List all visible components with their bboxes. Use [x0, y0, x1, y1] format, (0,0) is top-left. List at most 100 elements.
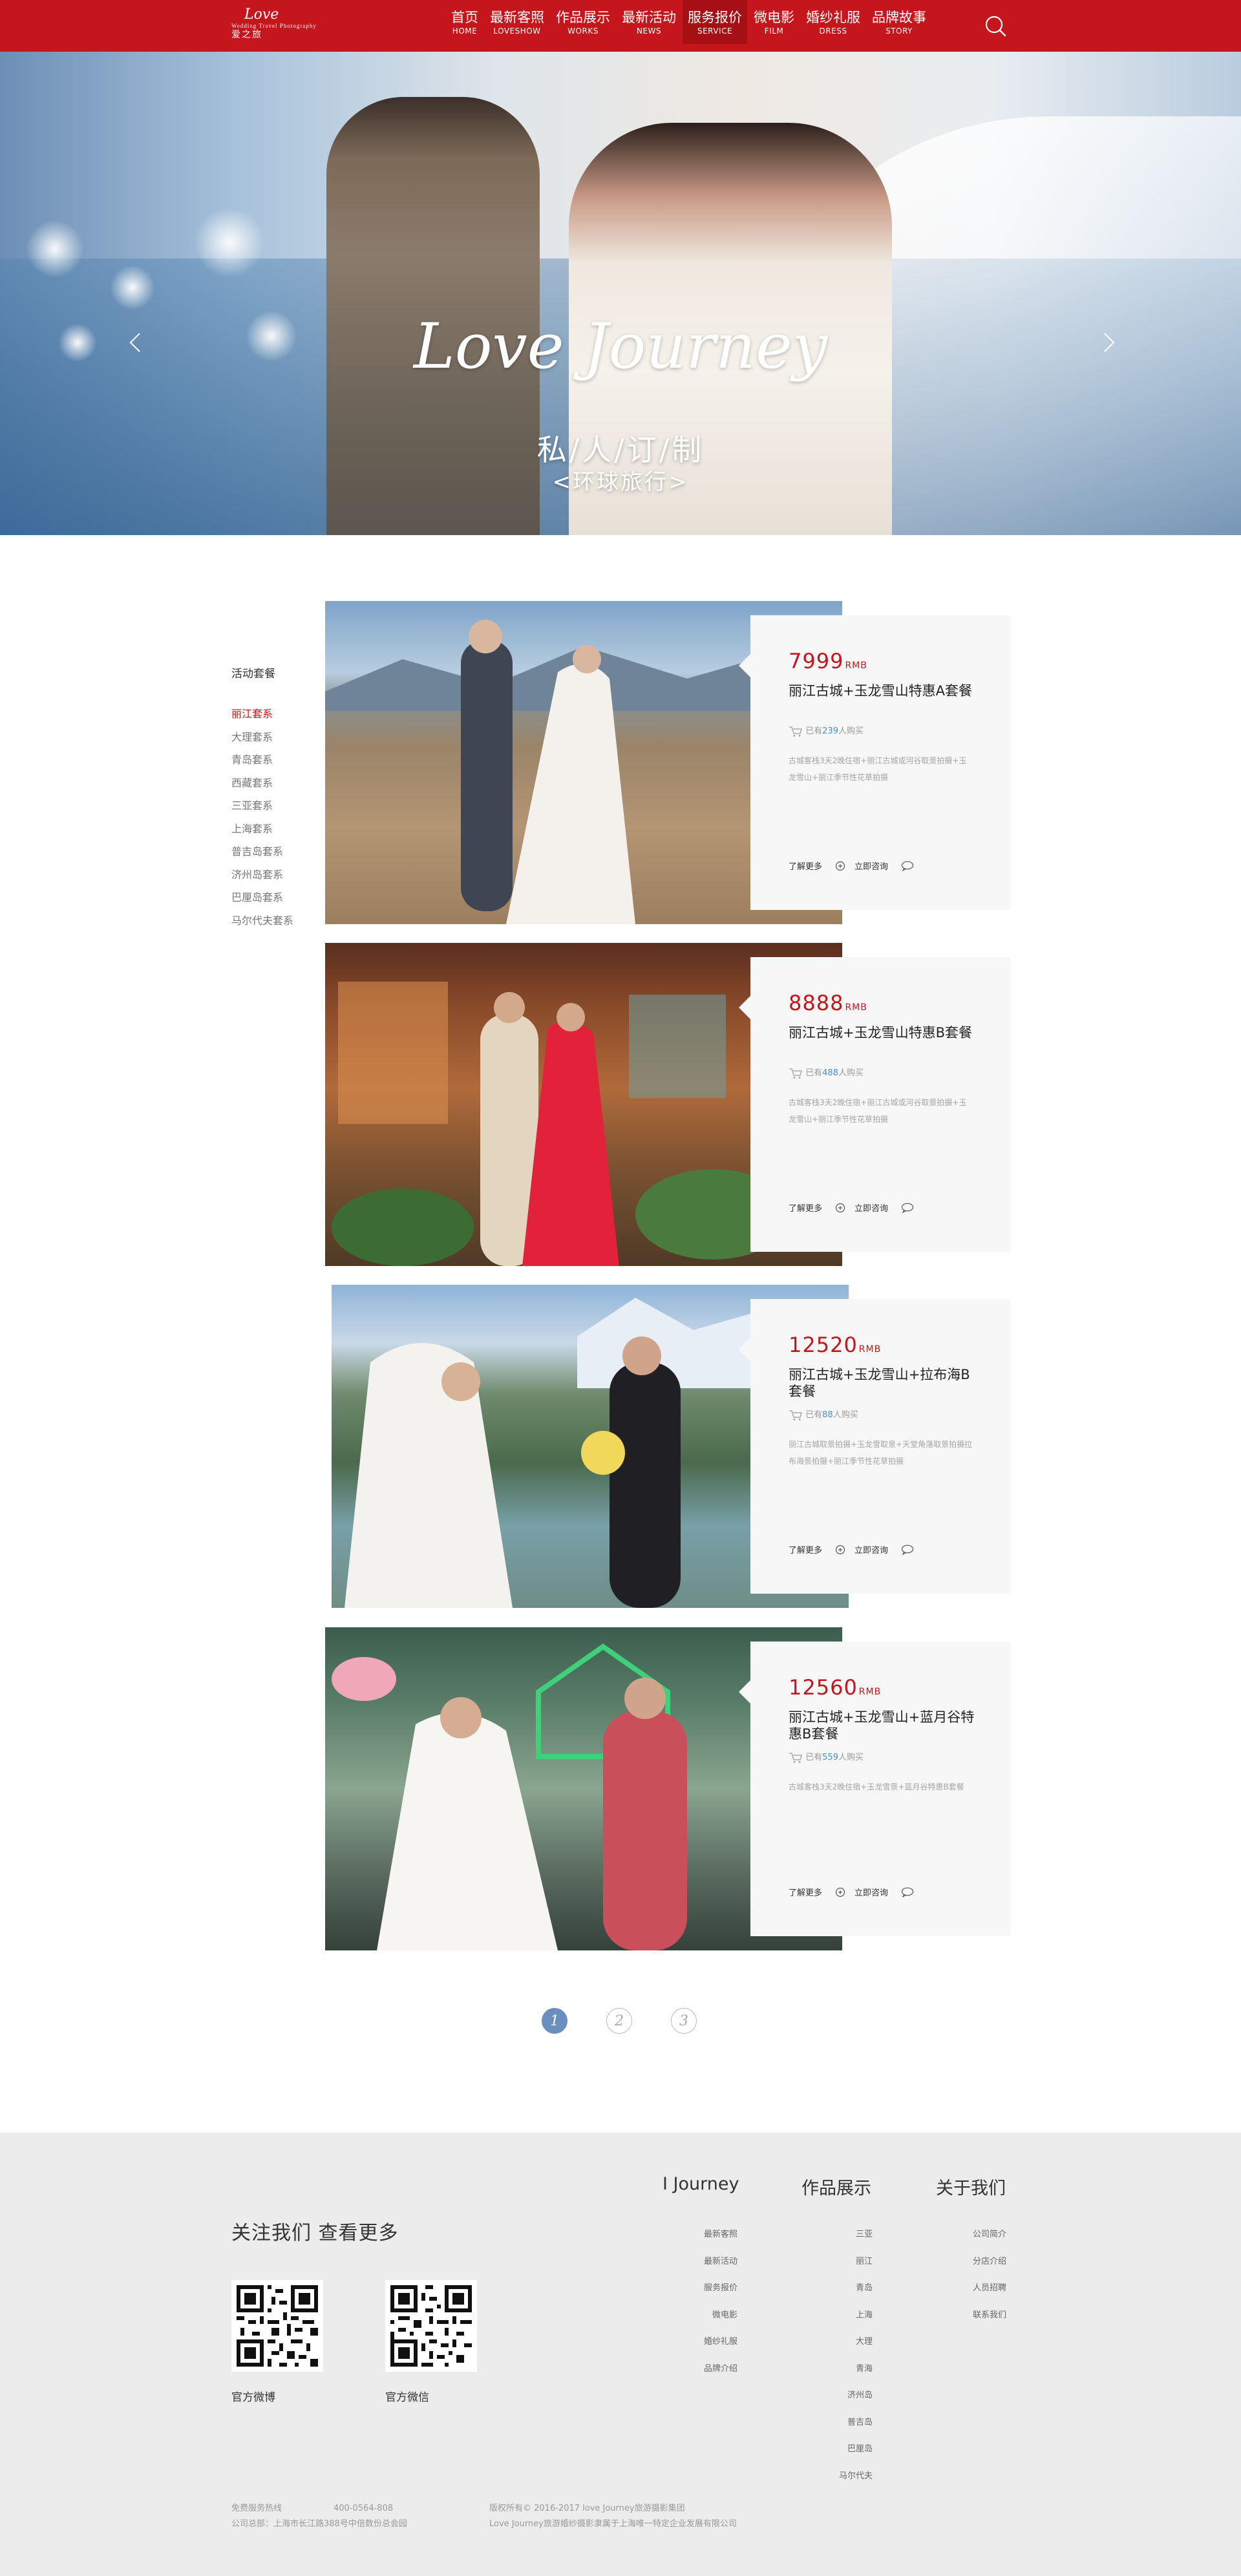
- sidebar-item-lijiang[interactable]: 丽江套系: [231, 705, 335, 728]
- nav-label: 最新活动: [622, 10, 676, 25]
- package-actions: 了解更多 立即咨询: [789, 1201, 923, 1214]
- footer-column-title: 关于我们: [936, 2179, 1006, 2199]
- logo-cn-name: 爱之旅: [231, 30, 262, 40]
- nav-label: 最新客照: [490, 10, 544, 25]
- nav-sublabel: WORKS: [567, 26, 599, 36]
- company-line: Love Journey旅游婚纱摄影隶属于上海唯一特定企业发展有限公司: [489, 2519, 737, 2529]
- package-info-panel: 7999 RMB 丽江古城+玉龙雪山特惠A套餐 已有239人购买 古城客栈3天2晚…: [739, 615, 1010, 910]
- package-actions: 了解更多 立即咨询: [789, 1886, 923, 1898]
- sparkle: [58, 323, 97, 362]
- nav-loveshow[interactable]: 最新客照 LOVESHOW: [485, 0, 549, 44]
- footer-link[interactable]: 品牌介绍: [701, 2361, 737, 2389]
- footer-link[interactable]: 婚纱礼服: [701, 2334, 737, 2361]
- search-button[interactable]: [982, 13, 1008, 39]
- sidebar-item-tibet[interactable]: 西藏套系: [231, 774, 335, 797]
- footer-link[interactable]: 微电影: [701, 2308, 737, 2335]
- page-button-1[interactable]: 1: [542, 2008, 567, 2034]
- footer-link[interactable]: 青海: [834, 2361, 873, 2389]
- notch-arrow: [739, 1680, 750, 1704]
- hero-title: 私/人/订/制: [536, 432, 705, 467]
- nav-service[interactable]: 服务报价 SERVICE: [683, 0, 747, 44]
- chevron-right-icon: [1104, 333, 1115, 352]
- footer-link[interactable]: 三亚: [834, 2227, 873, 2254]
- footer-link[interactable]: 联系我们: [970, 2308, 1010, 2335]
- consult-button[interactable]: 立即咨询: [854, 1201, 914, 1214]
- nav-sublabel: STORY: [886, 26, 913, 36]
- package-info-panel: 8888 RMB 丽江古城+玉龙雪山特惠B套餐 已有488人购买 古城客栈3天2晚…: [739, 957, 1010, 1252]
- nav-news[interactable]: 最新活动 NEWS: [617, 0, 681, 44]
- footer-link[interactable]: 马尔代夫: [834, 2469, 873, 2496]
- footer-links-works: 三亚 丽江 青岛 上海 大理 青海 济州岛 普吉岛 巴厘岛 马尔代夫: [834, 2227, 873, 2495]
- footer-link[interactable]: 青岛: [834, 2281, 873, 2308]
- footer-link[interactable]: 巴厘岛: [834, 2442, 873, 2469]
- package-buyers: 已有88人购买: [789, 1408, 858, 1421]
- package-card: 8888 RMB 丽江古城+玉龙雪山特惠B套餐 已有488人购买 古城客栈3天2晚…: [325, 943, 1010, 1266]
- package-buyers: 已有239人购买: [789, 724, 864, 737]
- nav-story[interactable]: 品牌故事 STORY: [867, 0, 931, 44]
- hero-prev-button[interactable]: [123, 330, 149, 355]
- footer-link[interactable]: 上海: [834, 2308, 873, 2335]
- nav-film[interactable]: 微电影 FILM: [748, 0, 800, 44]
- sparkle: [194, 207, 265, 278]
- learn-more-button[interactable]: 了解更多: [789, 860, 845, 872]
- footer-link[interactable]: 最新客照: [701, 2227, 737, 2254]
- consult-button[interactable]: 立即咨询: [854, 1886, 914, 1898]
- package-price: 12520 RMB: [789, 1333, 882, 1357]
- pagination: 1 2 3: [542, 2008, 736, 2034]
- footer-link[interactable]: 最新活动: [701, 2254, 737, 2281]
- learn-more-button[interactable]: 了解更多: [789, 1201, 845, 1214]
- hotline-label: 免费服务热线: [231, 2504, 282, 2513]
- package-description: 古城客栈3天2晚住宿+玉龙雪景+蓝月谷特惠B套餐: [789, 1782, 964, 1791]
- sidebar-item-dali[interactable]: 大理套系: [231, 728, 335, 752]
- nav-label: 品牌故事: [872, 10, 926, 25]
- sidebar-item-shanghai[interactable]: 上海套系: [231, 820, 335, 843]
- nav-dress[interactable]: 婚纱礼服 DRESS: [801, 0, 865, 44]
- hero-next-button[interactable]: [1096, 330, 1121, 355]
- brand-logo[interactable]: Love Wedding Travel Photography 爱之旅: [231, 8, 341, 45]
- logo-script: Love: [244, 6, 279, 23]
- footer-link[interactable]: 人员招聘: [970, 2281, 1010, 2308]
- nav-sublabel: SERVICE: [697, 26, 733, 36]
- footer-link[interactable]: 丽江: [834, 2254, 873, 2281]
- chat-bubble-icon: [901, 1545, 914, 1555]
- sidebar-item-phuket[interactable]: 普吉岛套系: [231, 843, 335, 866]
- hero-banner: Love Journey 私/人/订/制 <环球旅行>: [0, 52, 1241, 535]
- sidebar-item-bali[interactable]: 巴厘岛套系: [231, 889, 335, 912]
- nav-sublabel: LOVESHOW: [493, 26, 541, 36]
- package-name: 丽江古城+玉龙雪山+拉布海B套餐: [789, 1367, 970, 1399]
- footer-link[interactable]: 公司简介: [970, 2227, 1010, 2254]
- search-icon: [985, 16, 1006, 37]
- cart-icon: [789, 1409, 802, 1420]
- sidebar-item-qingdao[interactable]: 青岛套系: [231, 751, 335, 774]
- footer-link[interactable]: 分店介绍: [970, 2254, 1010, 2281]
- package-description: 古城客栈3天2晚住宿+丽江古城或河谷取景拍摄+玉龙雪山+丽江季节性花草拍摄: [789, 1098, 967, 1124]
- sidebar-item-sanya[interactable]: 三亚套系: [231, 797, 335, 820]
- nav-works[interactable]: 作品展示 WORKS: [551, 0, 615, 44]
- sparkle: [110, 265, 155, 310]
- learn-more-button[interactable]: 了解更多: [789, 1543, 845, 1556]
- notch-arrow: [739, 1338, 750, 1361]
- sparkle: [26, 220, 84, 278]
- cart-icon: [789, 1752, 802, 1763]
- hotline-number: 400-0564-808: [334, 2504, 394, 2513]
- package-name: 丽江古城+玉龙雪山+蓝月谷特惠B套餐: [789, 1709, 975, 1742]
- consult-button[interactable]: 立即咨询: [854, 1543, 914, 1556]
- wechat-label: 官方微信: [385, 2391, 429, 2404]
- footer-link[interactable]: 服务报价: [701, 2281, 737, 2308]
- page-button-3[interactable]: 3: [671, 2008, 697, 2034]
- footer-link[interactable]: 济州岛: [834, 2388, 873, 2415]
- sidebar-item-jeju[interactable]: 济州岛套系: [231, 866, 335, 889]
- footer-link[interactable]: 普吉岛: [834, 2415, 873, 2442]
- chat-bubble-icon: [901, 861, 914, 871]
- nav-sublabel: HOME: [452, 26, 478, 36]
- consult-button[interactable]: 立即咨询: [854, 860, 914, 872]
- weibo-label: 官方微博: [231, 2391, 275, 2404]
- sidebar-item-maldives[interactable]: 马尔代夫套系: [231, 912, 335, 935]
- footer-link[interactable]: 大理: [834, 2334, 873, 2361]
- nav-sublabel: NEWS: [636, 26, 662, 36]
- page-button-2[interactable]: 2: [606, 2008, 632, 2034]
- package-card: 7999 RMB 丽江古城+玉龙雪山特惠A套餐 已有239人购买 古城客栈3天2晚…: [325, 601, 1010, 924]
- qr-code-icon: [390, 2285, 472, 2367]
- learn-more-button[interactable]: 了解更多: [789, 1886, 845, 1898]
- nav-home[interactable]: 首页 HOME: [446, 0, 483, 44]
